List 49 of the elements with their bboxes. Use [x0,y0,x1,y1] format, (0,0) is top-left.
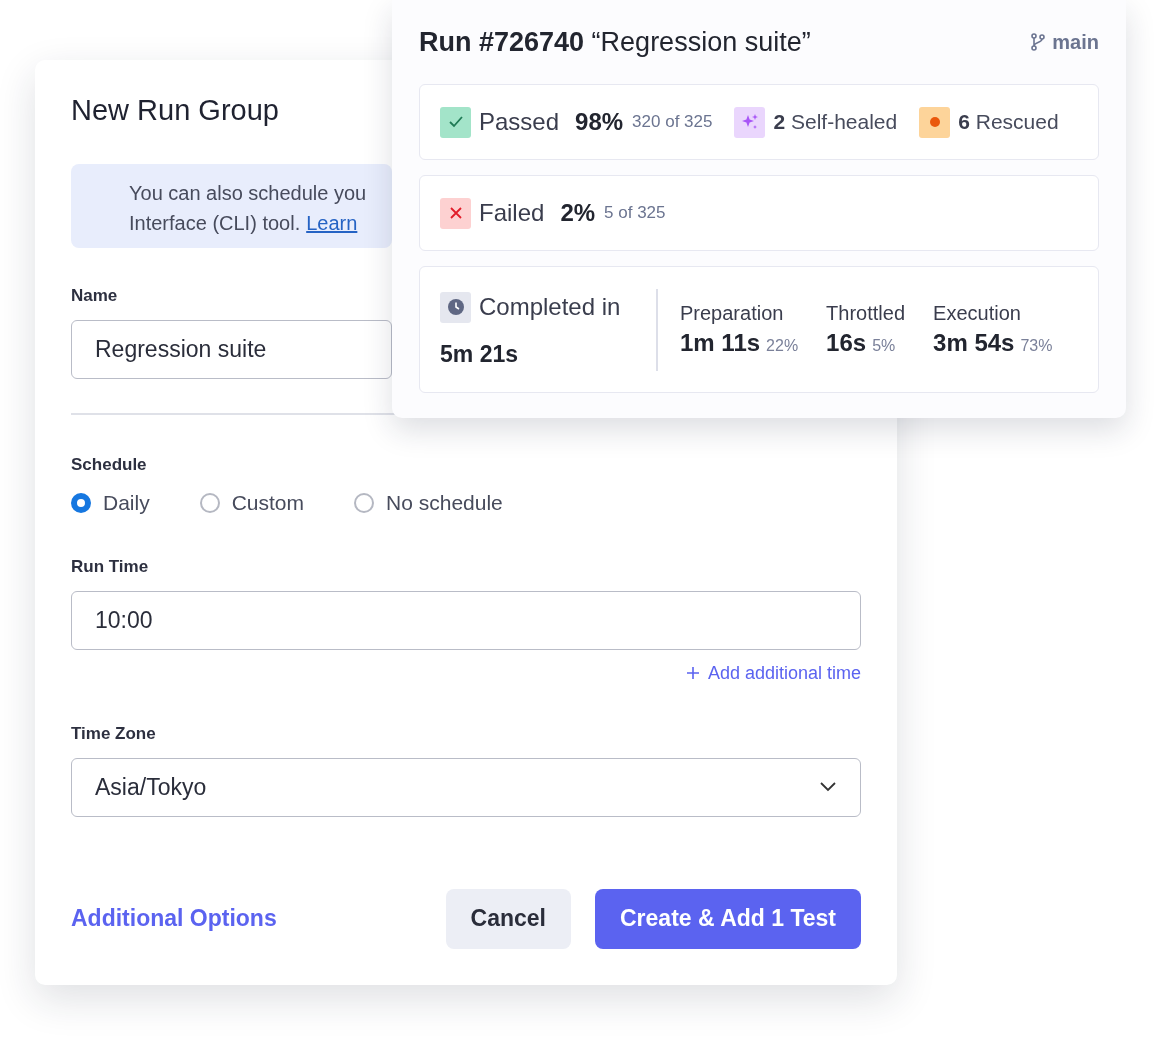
badge-text: 2 Self-healed [773,110,898,134]
run-title: Run #726740 “Regression suite” [419,26,811,58]
radio-button[interactable] [199,492,220,513]
cross-icon [440,197,471,229]
branch-icon [1030,33,1047,51]
radio-option[interactable]: No schedule [354,490,503,515]
status-label: Completed in [479,293,621,321]
phase-share: 73% [1020,337,1053,354]
create-button[interactable]: Create & Add 1 Test [595,888,861,949]
check-icon [440,106,471,138]
branch-label: main [1030,30,1099,54]
info-text: Interface (CLI) tool. [129,212,301,234]
radio-button[interactable] [354,492,375,513]
field-label: Run Time [71,556,150,577]
field-label: Name [71,286,119,306]
time-field[interactable]: 10:00 [71,590,861,650]
clock-icon [440,291,471,323]
info-text: You can also schedule you [129,181,368,206]
status-label: Passed [479,108,560,136]
learn-link[interactable]: Learn [306,212,358,234]
phase-label: Throttled [826,302,906,325]
percent-value: 2% [560,199,596,227]
field-label: Schedule [71,454,148,475]
cancel-button[interactable]: Cancel [445,888,571,949]
status-label: Failed [479,199,545,227]
radio-option[interactable]: Daily [71,490,150,515]
phase-share: 22% [766,337,799,354]
radio-button[interactable] [71,492,91,513]
percent-value: 98% [575,108,624,136]
phase-duration: 3m 54s [933,329,1015,356]
chevron-down-icon [819,782,837,792]
badge-text: 6 Rescued [958,110,1059,134]
radio-option[interactable]: Custom [199,490,305,515]
phase-duration: 16s [826,329,867,356]
dialog-title: New Run Group [71,94,279,128]
phase-label: Preparation [680,302,785,325]
phase-share: 5% [872,337,896,354]
field-label: Time Zone [71,723,157,744]
phase-label: Execution [933,302,1022,325]
time-zone-dropdown[interactable]: Asia/Tokyo [71,757,861,817]
name-field[interactable]: Regression suite [71,320,392,379]
plus-icon [685,666,700,680]
count-text: 5 of 325 [604,203,666,223]
sparkle-icon [734,106,766,138]
add-time-link[interactable]: Add additional time [685,662,861,684]
count-text: 320 of 325 [632,112,713,132]
additional-options-link[interactable]: Additional Options [71,905,277,932]
phase-duration: 1m 11s [680,329,761,356]
total-duration: 5m 21s [440,340,519,368]
